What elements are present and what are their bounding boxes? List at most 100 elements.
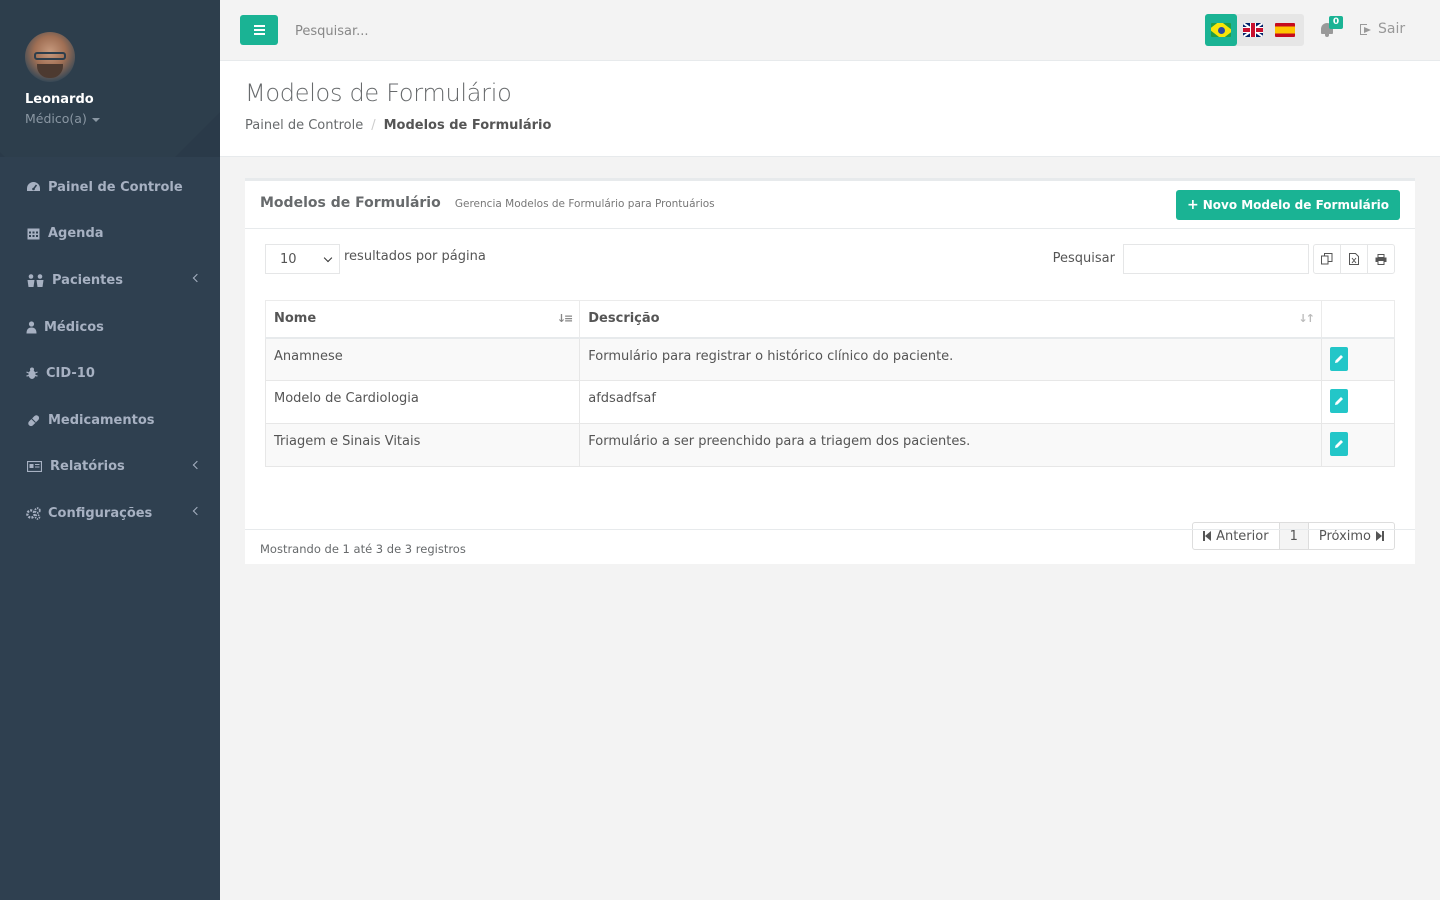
language-pt-br-button[interactable] — [1205, 14, 1237, 46]
edit-button[interactable] — [1329, 346, 1348, 371]
cell-actions — [1320, 380, 1396, 424]
table-search-input[interactable] — [1123, 244, 1309, 274]
cell-actions — [1320, 423, 1396, 467]
filter-label: Pesquisar — [1052, 250, 1115, 266]
top-search-input[interactable] — [295, 20, 595, 42]
chevron-left-icon — [192, 507, 202, 516]
sidebar-nav: Painel de Controle Agenda Pacientes Médi… — [0, 157, 220, 537]
sidebar-item-label: Médicos — [44, 319, 104, 335]
table-info: Mostrando de 1 até 3 de 3 registros — [245, 529, 1415, 567]
sidebar-item-label: CID-10 — [46, 366, 95, 382]
sidebar-item-medicos[interactable]: Médicos — [0, 304, 220, 351]
spain-flag-icon — [1275, 23, 1295, 37]
table-header-row: Nome ↓≡ Descrição ↓↑ — [264, 300, 1396, 339]
breadcrumb-parent-link[interactable]: Painel de Controle — [245, 118, 363, 133]
plus-icon: + — [1186, 197, 1199, 213]
edit-button[interactable] — [1329, 432, 1348, 456]
pencil-icon — [1334, 354, 1343, 363]
new-form-model-label: Novo Modelo de Formulário — [1202, 198, 1389, 212]
chevron-left-icon — [192, 460, 202, 470]
sidebar-item-label: Configurações — [48, 505, 153, 521]
cell-nome: Triagem e Sinais Vitais — [264, 423, 581, 467]
table-row: Modelo de Cardiologia afdsadfsaf — [264, 380, 1396, 424]
table-row: Anamnese Formulário para registrar o his… — [264, 337, 1396, 381]
sidebar-item-label: Medicamentos — [48, 412, 155, 428]
cell-nome: Modelo de Cardiologia — [264, 380, 581, 424]
sidebar-item-pacientes[interactable]: Pacientes — [0, 257, 220, 304]
sidebar-item-configuracoes[interactable]: Configurações — [0, 490, 220, 537]
brazil-flag-icon — [1211, 23, 1231, 37]
notification-badge: 0 — [1329, 16, 1343, 29]
pencil-icon — [1334, 440, 1343, 448]
dashboard-icon — [25, 180, 41, 194]
copy-button[interactable] — [1313, 244, 1341, 274]
column-header-label: Nome — [274, 311, 317, 327]
sidebar-item-medicamentos[interactable]: Medicamentos — [0, 397, 220, 444]
panel-content: 10 resultados por página Pesquisar Nome … — [245, 229, 1415, 550]
page-title: Modelos de Formulário — [245, 79, 512, 107]
cell-descricao: afdsadfsaf — [579, 380, 1322, 424]
language-es-button[interactable] — [1269, 14, 1301, 46]
user-role-dropdown[interactable]: Médico(a) — [25, 111, 220, 126]
breadcrumb-current: Modelos de Formulário — [383, 118, 552, 133]
sort-icon: ↓↑ — [1298, 312, 1315, 325]
logout-link[interactable]: Sair — [1360, 21, 1405, 37]
menu-toggle-button[interactable] — [240, 15, 278, 45]
profile-area: Leonardo Médico(a) — [0, 0, 220, 157]
excel-export-button[interactable] — [1340, 244, 1368, 274]
page-length-label: resultados por página — [344, 248, 486, 264]
print-icon — [1375, 253, 1387, 265]
new-form-model-button[interactable]: + Novo Modelo de Formulário — [1175, 190, 1400, 220]
column-header-nome[interactable]: Nome ↓≡ — [264, 300, 581, 339]
sidebar-item-painel[interactable]: Painel de Controle — [0, 164, 220, 211]
cell-descricao: Formulário a ser preenchido para a triag… — [579, 423, 1322, 467]
sidebar-item-relatorios[interactable]: Relatórios — [0, 444, 220, 491]
table-filter: Pesquisar — [1053, 244, 1395, 274]
sidebar: Leonardo Médico(a) Painel de Controle Ag… — [0, 0, 220, 900]
language-switcher — [1205, 14, 1304, 46]
page-length-value: 10 — [280, 251, 297, 267]
print-button[interactable] — [1367, 244, 1395, 274]
user-name: Leonardo — [25, 92, 94, 107]
copy-icon — [1321, 253, 1333, 265]
bug-icon — [25, 367, 39, 381]
avatar[interactable] — [25, 32, 75, 82]
calendar-icon — [25, 227, 41, 241]
column-header-label: Descrição — [588, 311, 660, 327]
uk-flag-icon — [1243, 23, 1263, 37]
sidebar-item-cid10[interactable]: CID-10 — [0, 350, 220, 397]
breadcrumb: Painel de Controle / Modelos de Formulár… — [245, 118, 1440, 133]
file-excel-icon — [1349, 253, 1359, 265]
caret-down-icon — [91, 117, 100, 122]
logout-label: Sair — [1378, 21, 1406, 37]
sidebar-item-label: Painel de Controle — [48, 179, 183, 195]
form-models-table: Nome ↓≡ Descrição ↓↑ Anamnese Formulário… — [264, 300, 1396, 467]
edit-button[interactable] — [1329, 389, 1348, 413]
sidebar-item-label: Agenda — [48, 226, 104, 242]
sort-alpha-asc-icon: ↓≡ — [556, 312, 574, 325]
language-en-button[interactable] — [1237, 14, 1269, 46]
breadcrumb-separator: / — [371, 118, 376, 133]
page-heading: Modelos de Formulário Painel de Controle… — [220, 61, 1440, 157]
cell-descricao: Formulário para registrar o histórico cl… — [579, 337, 1322, 381]
sidebar-item-label: Pacientes — [52, 272, 123, 288]
user-md-icon — [25, 320, 37, 334]
panel-header: Modelos de Formulário Gerencia Modelos d… — [245, 181, 1415, 229]
page-length-control: 10 resultados por página — [265, 244, 486, 274]
report-icon — [25, 460, 43, 474]
panel-subtitle: Gerencia Modelos de Formulário para Pron… — [454, 198, 715, 210]
users-icon — [25, 273, 45, 287]
column-header-descricao[interactable]: Descrição ↓↑ — [579, 300, 1322, 339]
user-role-label: Médico(a) — [25, 111, 87, 126]
chevron-left-icon — [192, 274, 202, 283]
sidebar-item-label: Relatórios — [50, 459, 125, 475]
sidebar-item-agenda[interactable]: Agenda — [0, 211, 220, 258]
cell-nome: Anamnese — [264, 337, 581, 381]
table-row: Triagem e Sinais Vitais Formulário a ser… — [264, 423, 1396, 467]
page-length-select[interactable]: 10 — [265, 244, 340, 274]
cogs-icon — [25, 506, 41, 520]
sign-out-icon — [1360, 23, 1372, 35]
pill-icon — [25, 413, 41, 427]
panel-title: Modelos de Formulário — [260, 195, 441, 211]
form-models-panel: Modelos de Formulário Gerencia Modelos d… — [245, 178, 1415, 564]
